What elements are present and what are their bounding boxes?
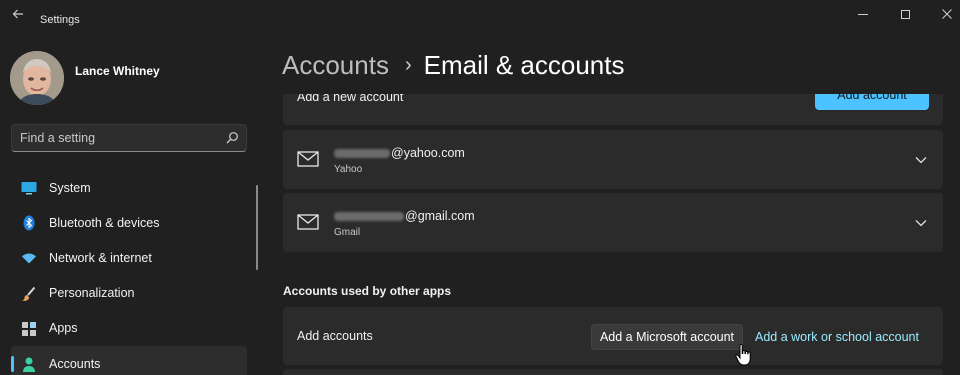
mail-icon <box>297 151 319 167</box>
system-icon <box>21 182 37 195</box>
sidebar-nav: System Bluetooth & devices Network & int… <box>11 170 247 375</box>
search-box[interactable] <box>11 124 247 152</box>
breadcrumb-parent[interactable]: Accounts <box>282 50 389 81</box>
add-accounts-card: Add accounts Add a Microsoft account Add… <box>283 307 943 365</box>
apps-icon <box>22 321 36 336</box>
sidebar-item-label: Bluetooth & devices <box>49 215 160 230</box>
person-icon <box>23 357 35 372</box>
sidebar-item-accounts[interactable]: Accounts <box>11 345 247 375</box>
user-name[interactable]: Lance Whitney <box>75 64 160 78</box>
section-heading: Accounts used by other apps <box>283 284 452 298</box>
avatar[interactable] <box>10 51 64 105</box>
add-work-school-account-link[interactable]: Add a work or school account <box>755 330 919 344</box>
active-indicator <box>11 355 14 372</box>
sidebar-item-apps[interactable]: Apps <box>11 311 247 346</box>
sidebar-item-personalization[interactable]: Personalization <box>11 276 247 311</box>
close-button[interactable] <box>937 6 957 22</box>
add-microsoft-account-button[interactable]: Add a Microsoft account <box>591 324 743 350</box>
add-new-account-card: Add a new account Add account <box>283 94 943 125</box>
maximize-icon <box>900 9 910 19</box>
sidebar-item-label: Personalization <box>49 286 135 301</box>
next-card <box>283 369 943 375</box>
account-email: @yahoo.com <box>334 146 465 160</box>
app-title: Settings <box>40 14 80 26</box>
sidebar-item-bluetooth[interactable]: Bluetooth & devices <box>11 205 247 240</box>
hand-cursor-icon <box>735 344 751 366</box>
mail-icon <box>297 214 319 230</box>
brush-icon <box>22 286 36 301</box>
search-input[interactable] <box>20 130 220 146</box>
back-button[interactable] <box>8 6 28 26</box>
title-bar: Settings <box>0 0 960 32</box>
account-provider: Yahoo <box>334 164 363 175</box>
account-provider: Gmail <box>334 227 361 238</box>
sidebar-item-label: Network & internet <box>49 250 152 265</box>
account-card-yahoo[interactable]: @yahoo.com Yahoo <box>283 130 943 189</box>
account-card-gmail[interactable]: @gmail.com Gmail <box>283 193 943 252</box>
close-icon <box>942 9 952 19</box>
sidebar-item-network[interactable]: Network & internet <box>11 240 247 275</box>
account-email: @gmail.com <box>334 209 475 223</box>
sidebar-item-label: Accounts <box>49 356 101 371</box>
sidebar-item-label: Apps <box>49 321 78 336</box>
chevron-right-icon: › <box>404 54 412 76</box>
redacted-email <box>334 212 404 222</box>
redacted-email <box>334 149 390 159</box>
sidebar-item-system[interactable]: System <box>11 170 247 205</box>
page-title: Email & accounts <box>423 50 625 80</box>
chevron-down-icon[interactable] <box>914 153 928 167</box>
sidebar-scrollbar[interactable] <box>256 185 258 270</box>
bluetooth-icon <box>23 215 35 231</box>
breadcrumb: Accounts › Email & accounts <box>282 50 625 81</box>
minimize-icon <box>858 13 868 15</box>
user-photo <box>10 51 64 105</box>
chevron-down-icon[interactable] <box>914 216 928 230</box>
wifi-icon <box>22 253 36 264</box>
minimize-button[interactable] <box>853 6 873 22</box>
arrow-left-icon <box>12 9 23 19</box>
add-account-button[interactable]: Add account <box>815 94 929 110</box>
main-content: Add a new account Add account @yahoo.com… <box>283 94 943 375</box>
search-icon[interactable] <box>224 130 240 146</box>
add-accounts-label: Add accounts <box>297 329 373 343</box>
maximize-button[interactable] <box>895 6 915 22</box>
sidebar-item-label: System <box>49 180 91 195</box>
